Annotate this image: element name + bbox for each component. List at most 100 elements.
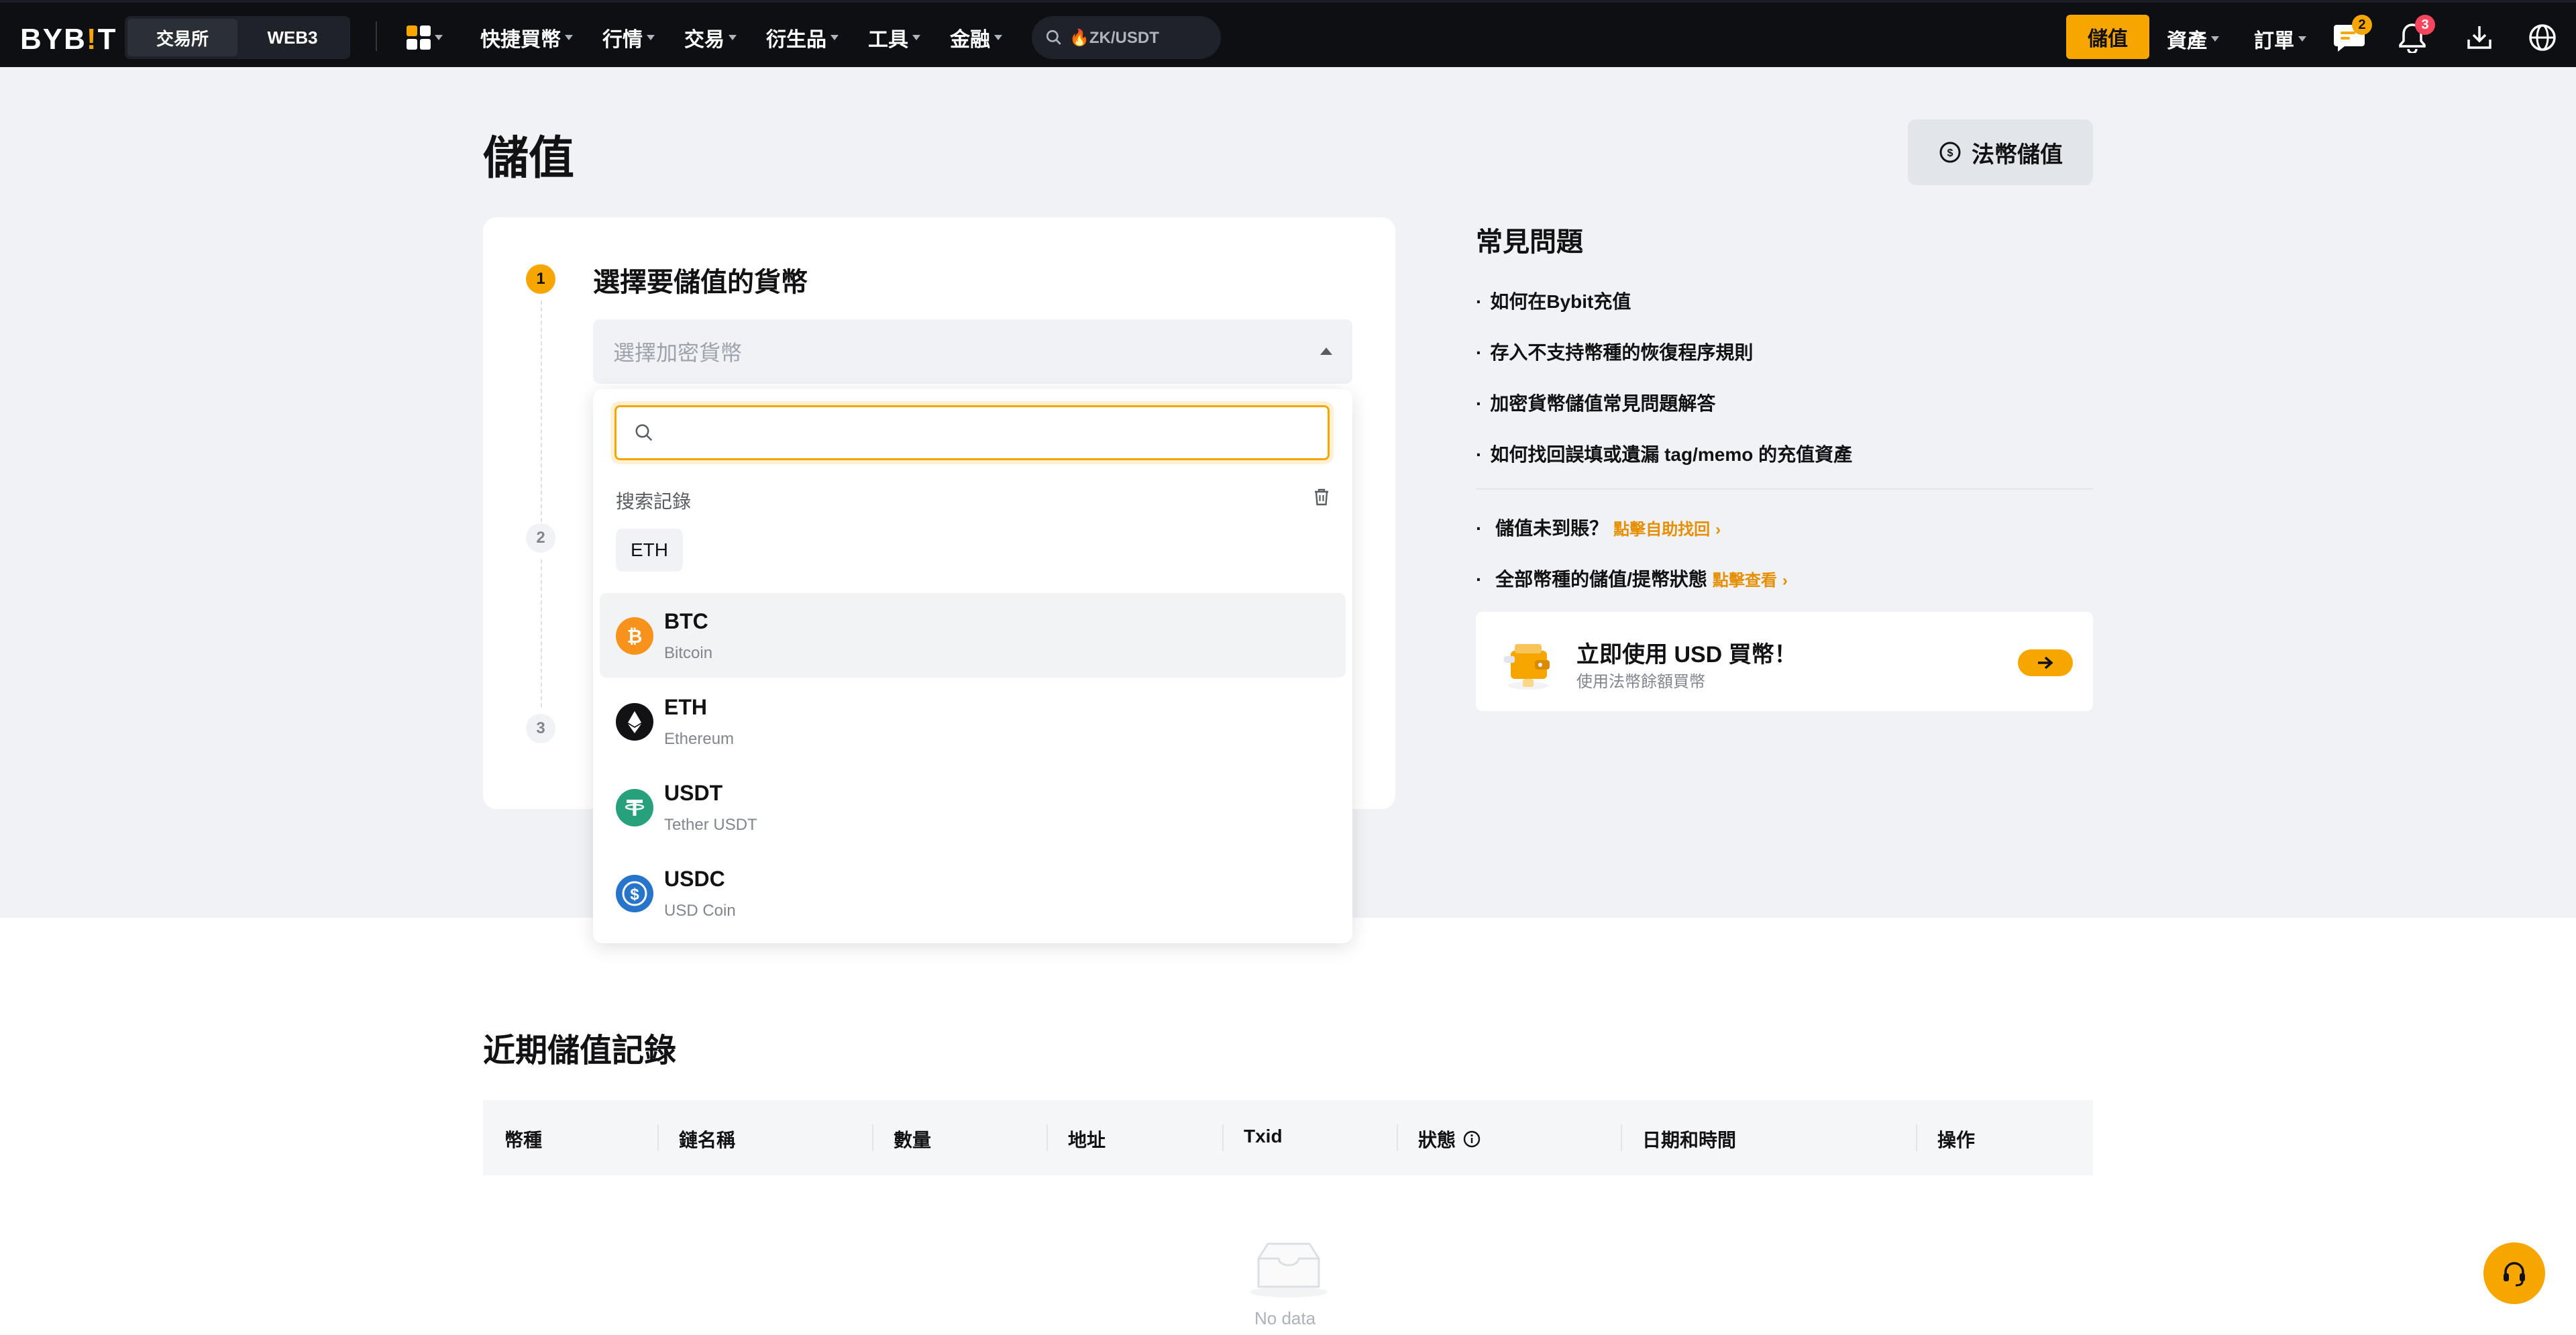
coin-option-usdc[interactable]: $ USDC USD Coin [600,851,1346,935]
mode-web3-tab[interactable]: WEB3 [237,19,347,56]
col-separator [657,1124,659,1151]
svg-text:$: $ [630,886,639,904]
col-separator [872,1124,873,1151]
coin-symbol: USDC [664,867,725,891]
col-separator [1222,1124,1224,1151]
step-3-indicator: 3 [526,714,555,743]
usdc-icon: $ [616,875,653,912]
faq-coin-status: 全部幣種的儲值/提幣狀態點擊查看› [1476,565,1788,592]
download-icon [2467,26,2491,49]
nav-item-derivatives[interactable]: 衍生品 [766,23,839,52]
faq-link-unsupported-coin[interactable]: 存入不支持幣種的恢復程序規則 [1476,338,1753,365]
col-amount: 數量 [894,1130,932,1151]
search-history-title: 搜索記錄 [616,491,692,512]
fiat-deposit-button[interactable]: $ 法幣儲值 [1908,119,2093,185]
faq-divider [1476,488,2093,490]
trash-icon [1315,488,1328,506]
chat-button[interactable]: 2 [2332,15,2372,55]
customer-support-button[interactable] [2483,1242,2545,1304]
buy-with-usd-promo[interactable]: 立即使用 USD 買幣！ 使用法幣餘額買幣 [1476,612,2093,711]
language-button[interactable] [2525,20,2560,55]
col-actions: 操作 [1937,1130,1976,1151]
step-connector-2 [541,559,542,707]
faq-title: 常見問題 [1476,227,1583,257]
faq-deposit-not-arrived: 儲值未到賬？點擊自助找回› [1476,514,1721,541]
coin-name: Tether USDT [664,816,757,834]
clear-history-button[interactable] [1312,487,1331,511]
promo-title: 立即使用 USD 買幣！ [1576,642,1797,668]
step-2-indicator: 2 [526,523,555,553]
nav-item-tools[interactable]: 工具 [868,23,920,52]
nav-assets-menu[interactable]: 資產 [2167,24,2219,54]
coin-option-btc[interactable]: ₿ BTC Bitcoin [600,593,1346,678]
search-icon [1046,30,1061,45]
coin-symbol: BTC [664,609,708,633]
svg-text:₿: ₿ [627,626,643,647]
coin-option-usdt[interactable]: USDT Tether USDT [600,765,1346,849]
col-status: 狀態 [1418,1126,1481,1153]
nav-item-finance[interactable]: 金融 [950,23,1002,52]
col-address: 地址 [1068,1130,1106,1151]
usdt-icon [616,789,653,826]
search-icon [635,424,653,441]
top-navbar: BYB!T 交易所 WEB3 快捷買幣 行情 交易 衍生品 工具 金融 🔥ZK/… [0,0,2576,67]
apps-grid-icon [407,25,431,50]
mode-exchange-tab[interactable]: 交易所 [127,19,237,56]
wallet-illustration-icon [1504,644,1550,690]
col-coin: 幣種 [504,1130,543,1151]
coin-symbol: ETH [664,695,707,719]
coin-symbol: USDT [664,781,723,805]
col-separator [1621,1124,1622,1151]
apps-menu-button[interactable] [407,24,447,51]
coin-search-input[interactable] [662,421,1266,444]
notifications-button[interactable]: 3 [2395,15,2435,55]
globe-icon [2529,24,2556,51]
records-table-header: 幣種 鏈名稱 數量 地址 Txid 狀態 日期和時間 操作 [483,1100,2093,1175]
coin-name: Bitcoin [664,644,713,662]
empty-inbox-icon [1250,1242,1328,1297]
caret-up-icon [1320,348,1332,355]
col-separator [1916,1124,1917,1151]
nav-orders-menu[interactable]: 訂單 [2254,24,2306,54]
col-txid: Txid [1244,1126,1283,1146]
step-1-title: 選擇要儲值的貨幣 [593,268,808,297]
arrow-right-icon [2038,656,2053,670]
col-datetime: 日期和時間 [1642,1130,1737,1151]
promo-subtitle: 使用法幣餘額買幣 [1576,673,1705,691]
faq-link-crypto-deposit-faq[interactable]: 加密貨幣儲值常見問題解答 [1476,389,1715,416]
nav-item-markets[interactable]: 行情 [602,23,655,52]
faq-link-how-to-deposit[interactable]: 如何在Bybit充值 [1476,287,1631,314]
col-separator [1046,1124,1048,1151]
coin-name: Ethereum [664,730,735,748]
chat-badge: 2 [2352,15,2372,35]
col-chain: 鏈名稱 [679,1130,736,1151]
nav-item-quick-buy[interactable]: 快捷買幣 [480,23,573,52]
notifications-badge: 3 [2415,15,2435,35]
view-status-link[interactable]: 點擊查看 [1713,572,1777,590]
bybit-logo[interactable]: BYB!T [20,23,117,56]
coin-select-dropdown[interactable]: 選擇加密貨幣 [593,319,1352,384]
nav-deposit-button[interactable]: 儲值 [2066,15,2149,59]
mode-switch: 交易所 WEB3 [125,16,350,59]
btc-icon: ₿ [616,617,653,655]
coin-option-eth[interactable]: ETH Ethereum [600,679,1346,763]
promo-arrow-button[interactable] [2018,649,2073,676]
step-1-indicator: 1 [526,264,555,294]
recent-deposits-title: 近期儲值記錄 [483,1033,677,1069]
download-button[interactable] [2462,20,2497,55]
history-chip-eth[interactable]: ETH [616,529,683,572]
nav-item-trade[interactable]: 交易 [684,23,737,52]
headset-icon [2504,1262,2525,1287]
faq-link-tag-memo-recovery[interactable]: 如何找回誤填或遺漏 tag/memo 的充值資產 [1476,440,1852,467]
chevron-right-icon: › [1715,521,1721,539]
step-connector-1 [541,301,542,529]
col-separator [1397,1124,1398,1151]
info-icon[interactable] [1462,1130,1481,1149]
nav-menu: 快捷買幣 行情 交易 衍生品 工具 金融 [480,23,1002,52]
svg-text:$: $ [1947,148,1953,159]
nav-search-input[interactable]: 🔥ZK/USDT [1032,16,1221,59]
fiat-coin-icon: $ [1939,142,1961,163]
coin-name: USD Coin [664,902,736,920]
coin-search-box[interactable] [614,405,1330,460]
self-recovery-link[interactable]: 點擊自助找回 [1613,521,1710,539]
